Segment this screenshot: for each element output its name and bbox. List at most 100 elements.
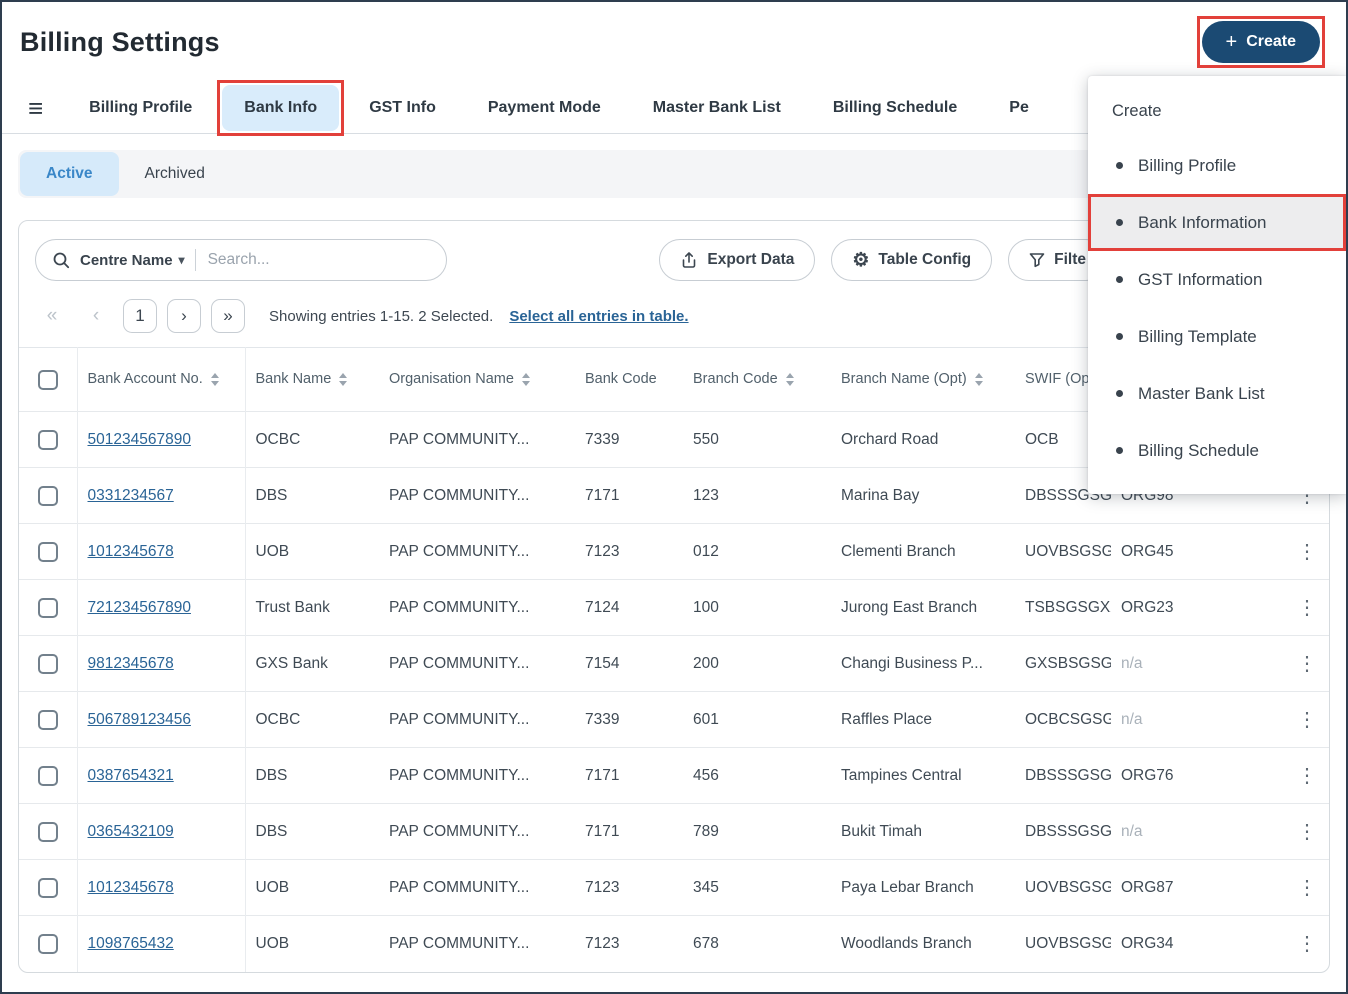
export-data-button[interactable]: Export Data	[659, 239, 816, 281]
cell-value: Bukit Timah	[841, 822, 922, 840]
table-row: 1098765432 UOB PAP COMMUNITY... 7123 678 Wood…	[19, 915, 1329, 972]
sort-icon[interactable]	[211, 373, 219, 386]
search-box[interactable]: Centre Name ▾	[35, 239, 447, 281]
tab-bank-info[interactable]: Bank Info	[222, 84, 340, 131]
cell-value: TSBSGSGXXX	[1025, 598, 1111, 616]
kebab-menu-icon[interactable]: ⋮	[1289, 817, 1325, 847]
row-checkbox[interactable]	[37, 429, 58, 450]
cell-org-name: PAP COMMUNITY...	[379, 803, 575, 860]
prev-page-button[interactable]: ‹	[79, 299, 113, 333]
kebab-menu-icon[interactable]: ⋮	[1289, 537, 1325, 567]
cell-value: Orchard Road	[841, 430, 939, 448]
row-actions-cell: ⋮	[1279, 635, 1329, 692]
column-header-organisation-name[interactable]: Organisation Name	[379, 347, 575, 412]
menu-item-billing-profile[interactable]: Billing Profile	[1088, 137, 1346, 194]
row-checkbox[interactable]	[37, 933, 58, 954]
cell-value: PAP COMMUNITY...	[389, 542, 530, 560]
current-page-indicator[interactable]: 1	[123, 299, 157, 333]
last-page-button[interactable]: »	[211, 299, 245, 333]
tab-pe[interactable]: Pe	[987, 85, 1051, 131]
filter-label: Filte	[1054, 251, 1086, 268]
menu-item-bank-information[interactable]: Bank Information	[1088, 194, 1346, 251]
bank-account-link[interactable]: 721234567890	[88, 599, 191, 616]
column-header-bank-account-no[interactable]: Bank Account No.	[77, 347, 246, 412]
table-config-button[interactable]: ⚙ Table Config	[831, 239, 993, 281]
row-checkbox[interactable]	[37, 485, 58, 506]
tab-items: Billing Profile Bank Info GST Info Payment …	[67, 82, 1051, 133]
first-page-button[interactable]: «	[35, 299, 69, 333]
sort-icon[interactable]	[339, 373, 347, 386]
sort-icon[interactable]	[786, 373, 794, 386]
page-title: Billing Settings	[20, 26, 220, 57]
table-row: 721234567890 Trust Bank PAP COMMUNITY... 71…	[19, 579, 1329, 636]
cell-value: PAP COMMUNITY...	[389, 598, 530, 616]
cell-value: OCBC	[255, 710, 301, 728]
bank-account-link[interactable]: 1012345678	[88, 879, 174, 896]
bank-account-link[interactable]: 1012345678	[88, 543, 174, 560]
column-header-bank-name[interactable]: Bank Name	[245, 347, 379, 412]
export-data-label: Export Data	[707, 251, 795, 268]
bank-account-link[interactable]: 0387654321	[88, 767, 174, 784]
subtab-active[interactable]: Active	[20, 152, 119, 196]
kebab-menu-icon[interactable]: ⋮	[1289, 649, 1325, 679]
row-checkbox[interactable]	[37, 541, 58, 562]
sort-icon[interactable]	[975, 373, 983, 386]
bank-account-link[interactable]: 0331234567	[88, 487, 174, 504]
cell-value: DBS	[255, 486, 288, 504]
search-icon	[53, 252, 70, 269]
hamburger-menu-icon[interactable]: ≡	[28, 95, 43, 121]
cell-value: 456	[693, 766, 719, 784]
kebab-menu-icon[interactable]: ⋮	[1289, 705, 1325, 735]
bank-account-link[interactable]: 0365432109	[88, 823, 174, 840]
next-page-button[interactable]: ›	[167, 299, 201, 333]
search-input[interactable]	[205, 250, 430, 270]
menu-item-master-bank-list[interactable]: Master Bank List	[1088, 365, 1346, 422]
column-header-select	[19, 347, 78, 412]
create-menu-title: Create	[1112, 102, 1162, 120]
tab-master-bank-list[interactable]: Master Bank List	[631, 85, 803, 131]
bank-account-link[interactable]: 501234567890	[88, 431, 191, 448]
row-checkbox[interactable]	[37, 653, 58, 674]
tab-payment-mode[interactable]: Payment Mode	[466, 85, 623, 131]
tab-gst-info[interactable]: GST Info	[347, 85, 458, 131]
kebab-menu-icon[interactable]: ⋮	[1289, 593, 1325, 623]
kebab-menu-icon[interactable]: ⋮	[1289, 873, 1325, 903]
cell-branch-name: Raffles Place	[831, 691, 1015, 748]
bank-account-link[interactable]: 1098765432	[88, 935, 174, 952]
cell-value: Tampines Central	[841, 766, 962, 784]
cell-value: GXSBSGSGX...	[1025, 654, 1111, 672]
row-checkbox[interactable]	[37, 709, 58, 730]
search-scope-dropdown[interactable]: Centre Name ▾	[80, 252, 185, 269]
tab-billing-profile[interactable]: Billing Profile	[67, 85, 214, 131]
create-button[interactable]: + Create	[1201, 21, 1320, 63]
column-header-bank-code[interactable]: Bank Code	[575, 347, 683, 412]
row-checkbox[interactable]	[37, 597, 58, 618]
row-checkbox[interactable]	[37, 821, 58, 842]
column-header-branch-name-opt[interactable]: Branch Name (Opt)	[831, 347, 1015, 412]
row-checkbox[interactable]	[37, 765, 58, 786]
bank-account-link[interactable]: 9812345678	[88, 655, 174, 672]
cell-value: 123	[693, 486, 719, 504]
table-row: 1012345678 UOB PAP COMMUNITY... 7123 345 Paya…	[19, 859, 1329, 916]
create-button-label: Create	[1246, 33, 1296, 50]
tab-billing-schedule[interactable]: Billing Schedule	[811, 85, 979, 131]
bank-account-link[interactable]: 506789123456	[88, 711, 191, 728]
cell-value: 7123	[585, 542, 620, 560]
kebab-menu-icon[interactable]: ⋮	[1289, 761, 1325, 791]
select-all-entries-link[interactable]: Select all entries in table.	[509, 308, 688, 325]
select-all-checkbox[interactable]	[37, 369, 58, 390]
menu-item-billing-template[interactable]: Billing Template	[1088, 308, 1346, 365]
sort-icon[interactable]	[522, 373, 530, 386]
cell-bank-name: UOB	[245, 915, 379, 972]
menu-item-gst-information[interactable]: GST Information	[1088, 251, 1346, 308]
kebab-menu-icon[interactable]: ⋮	[1289, 929, 1325, 959]
divider	[194, 249, 196, 271]
column-header-branch-code[interactable]: Branch Code	[683, 347, 831, 412]
cell-value: 012	[693, 542, 719, 560]
subtab-archived[interactable]: Archived	[119, 152, 231, 196]
cell-bank-code: 7154	[575, 635, 683, 692]
column-label: Bank Account No.	[87, 371, 203, 388]
row-checkbox[interactable]	[37, 877, 58, 898]
cell-swift: OCBCSGSGX...	[1015, 691, 1111, 748]
menu-item-billing-schedule[interactable]: Billing Schedule	[1088, 422, 1346, 479]
